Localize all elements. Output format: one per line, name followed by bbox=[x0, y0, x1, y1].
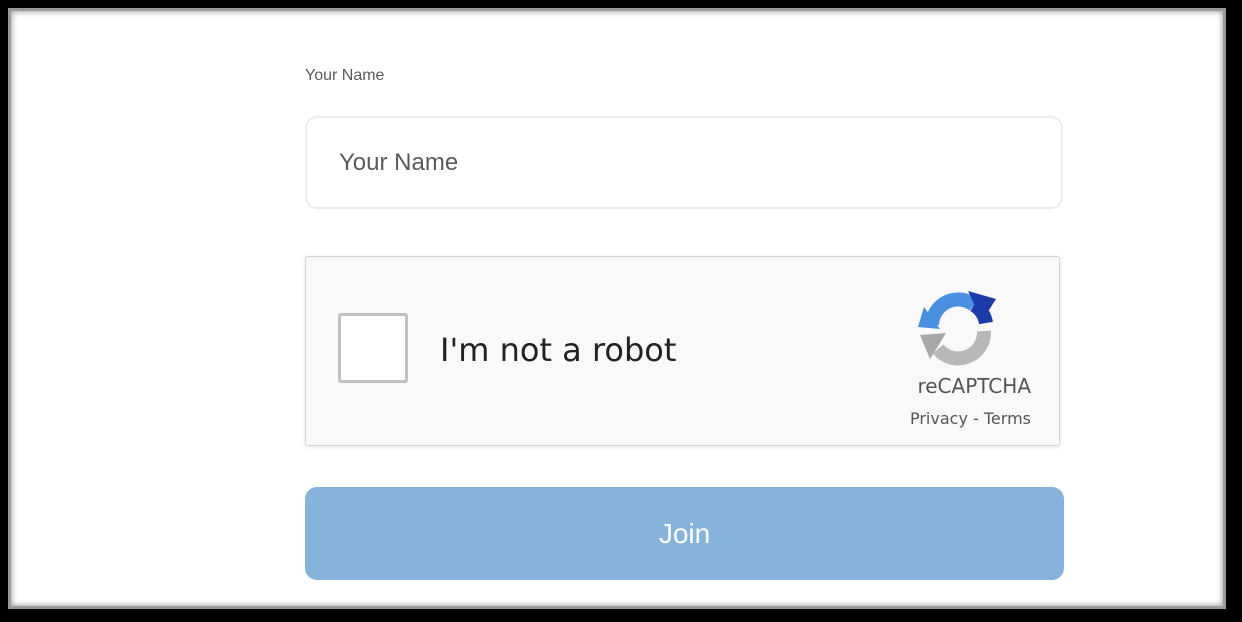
privacy-link[interactable]: Privacy bbox=[910, 409, 968, 428]
recaptcha-checkbox[interactable] bbox=[338, 313, 408, 383]
terms-link[interactable]: Terms bbox=[984, 409, 1031, 428]
join-button[interactable]: Join bbox=[305, 487, 1064, 580]
name-input[interactable] bbox=[305, 116, 1063, 209]
links-separator: - bbox=[967, 409, 984, 428]
recaptcha-logo-icon bbox=[918, 291, 996, 366]
recaptcha-widget: I'm not a robot reCAPTCHA Privacy - Term… bbox=[305, 256, 1060, 446]
recaptcha-links: Privacy - Terms bbox=[910, 409, 1031, 428]
page-content: Your Name I'm not a robot reCAPTCHA Priv… bbox=[8, 8, 1226, 609]
window-frame: Your Name I'm not a robot reCAPTCHA Priv… bbox=[0, 0, 1242, 622]
recaptcha-brand: reCAPTCHA bbox=[917, 374, 1031, 398]
recaptcha-label: I'm not a robot bbox=[440, 331, 677, 369]
name-field-label: Your Name bbox=[305, 67, 385, 84]
